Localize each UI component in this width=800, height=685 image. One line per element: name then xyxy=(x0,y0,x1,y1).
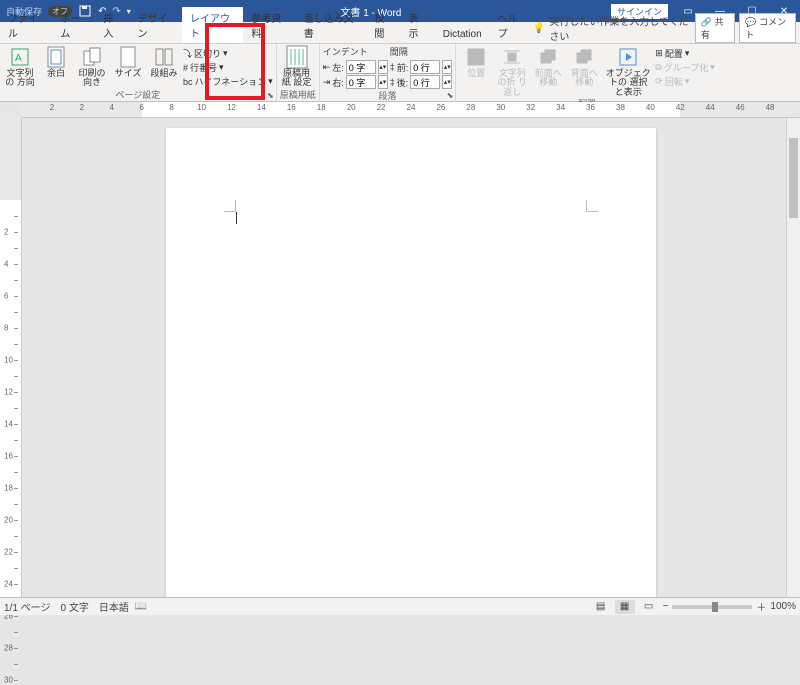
send-backward-icon xyxy=(570,45,598,69)
indent-left-input[interactable] xyxy=(346,60,376,74)
position-icon xyxy=(462,45,490,69)
text-direction-button[interactable]: A 文字列の 方向 xyxy=(3,45,37,88)
comments-button[interactable]: 💬 コメント xyxy=(739,13,796,43)
scrollbar-thumb[interactable] xyxy=(789,138,798,218)
language-status[interactable]: 日本語 xyxy=(99,599,129,614)
size-icon xyxy=(114,45,142,69)
position-button: 位置 xyxy=(459,45,493,78)
view-web-layout[interactable]: ▭ xyxy=(639,600,659,614)
tab-view[interactable]: 表示 xyxy=(401,7,435,43)
crop-mark-tr xyxy=(586,200,598,212)
group-arrange: 位置 文字列の折 り返し 前面へ 移動 背面へ 移動 オブジェクトの 選択と表示… xyxy=(456,44,717,101)
svg-text:A: A xyxy=(15,53,22,64)
vertical-ruler[interactable]: 24681012141618202224262830 xyxy=(0,118,22,597)
indent-right-spinner[interactable]: ⇥右: ▴▾ xyxy=(323,75,388,89)
group-page-setup: A 文字列の 方向 余白 印刷の 向き サイズ 段組み ⤵ 区切り ▾ # xyxy=(0,44,277,101)
line-numbers-button[interactable]: # 行番号 ▾ xyxy=(183,61,273,74)
word-count[interactable]: 0 文字 xyxy=(60,599,88,614)
columns-button[interactable]: 段組み xyxy=(147,45,181,78)
group-paragraph: インデント ⇤左: ▴▾ ⇥右: ▴▾ 間隔 ‡前: ▴▾ ‡後: ▴ xyxy=(320,44,457,101)
tab-file[interactable]: ファイル xyxy=(0,7,52,43)
orientation-button[interactable]: 印刷の 向き xyxy=(75,45,109,88)
paragraph-dialog-launcher[interactable]: ⬊ xyxy=(447,91,454,100)
tab-help[interactable]: ヘルプ xyxy=(490,7,533,43)
statusbar: 1/1 ページ 0 文字 日本語 📖 ▤ ▦ ▭ − ＋ 100% xyxy=(0,597,800,615)
indent-right-input[interactable] xyxy=(346,75,376,89)
margins-button[interactable]: 余白 xyxy=(39,45,73,78)
zoom-in-button[interactable]: ＋ xyxy=(756,599,766,614)
page-setup-dialog-launcher[interactable]: ⬊ xyxy=(267,91,274,100)
group-label-page-setup: ページ設定 xyxy=(3,88,273,102)
share-button[interactable]: 🔗 共有 xyxy=(695,13,736,43)
tab-dictation[interactable]: Dictation xyxy=(435,26,490,43)
space-after-input[interactable] xyxy=(410,75,440,89)
ribbon-tabs: ファイル ホーム 挿入 デザイン レイアウト 参考資料 差し込み文書 校閲 表示… xyxy=(0,22,800,44)
send-backward-button: 背面へ 移動 xyxy=(567,45,601,88)
wrap-icon xyxy=(498,45,526,69)
page-count[interactable]: 1/1 ページ xyxy=(4,599,50,614)
manuscript-icon xyxy=(283,45,311,69)
selection-pane-button[interactable]: オブジェクトの 選択と表示 xyxy=(603,45,653,97)
tab-design[interactable]: デザイン xyxy=(130,7,182,43)
size-button[interactable]: サイズ xyxy=(111,45,145,78)
manuscript-settings-button[interactable]: 原稿用紙 設定 xyxy=(280,45,314,88)
indent-left-spinner[interactable]: ⇤左: ▴▾ xyxy=(323,60,388,74)
view-print-layout[interactable]: ▦ xyxy=(615,600,635,614)
columns-icon xyxy=(150,45,178,69)
group-manuscript: 原稿用紙 設定 原稿用紙 xyxy=(277,44,320,101)
group-label-manuscript: 原稿用紙 xyxy=(280,88,316,102)
rotate-button: ⟳ 回転 ▾ xyxy=(655,75,714,88)
spacing-label: 間隔 xyxy=(390,45,453,59)
space-before-icon: ‡ xyxy=(390,62,395,72)
tell-me-label: 実行したい作業を入力してください xyxy=(549,13,690,43)
horizontal-ruler[interactable]: 2246810121416182022242628303234363840424… xyxy=(22,102,800,118)
document-area: 24681012141618202224262830 xyxy=(0,118,800,597)
zoom-level[interactable]: 100% xyxy=(770,601,796,612)
selection-pane-icon xyxy=(614,45,642,69)
indent-label: インデント xyxy=(323,45,388,59)
crop-mark-tl xyxy=(224,200,236,212)
zoom-slider[interactable] xyxy=(672,605,752,609)
text-direction-icon: A xyxy=(6,45,34,69)
space-after-icon: ‡ xyxy=(390,77,395,87)
view-read-mode[interactable]: ▤ xyxy=(591,600,611,614)
zoom-out-button[interactable]: − xyxy=(663,601,669,612)
bring-forward-icon xyxy=(534,45,562,69)
space-before-input[interactable] xyxy=(410,60,440,74)
group-label-paragraph: 段落 xyxy=(323,89,453,103)
group-objects-button: ⧉ グループ化 ▾ xyxy=(655,61,714,74)
space-before-spinner[interactable]: ‡前: ▴▾ xyxy=(390,60,453,74)
indent-right-icon: ⇥ xyxy=(323,77,331,88)
indent-left-icon: ⇤ xyxy=(323,62,331,73)
bring-forward-button: 前面へ 移動 xyxy=(531,45,565,88)
lightbulb-icon: 💡 xyxy=(533,23,545,34)
tab-layout[interactable]: レイアウト xyxy=(182,5,243,43)
ribbon: A 文字列の 方向 余白 印刷の 向き サイズ 段組み ⤵ 区切り ▾ # xyxy=(0,44,800,102)
wrap-text-button: 文字列の折 り返し xyxy=(495,45,529,97)
tab-mailings[interactable]: 差し込み文書 xyxy=(296,7,367,43)
orientation-icon xyxy=(78,45,106,69)
tab-references[interactable]: 参考資料 xyxy=(243,7,295,43)
vertical-scrollbar[interactable] xyxy=(786,118,800,597)
align-button[interactable]: ⊞ 配置 ▾ xyxy=(655,47,714,60)
space-after-spinner[interactable]: ‡後: ▴▾ xyxy=(390,75,453,89)
proofing-icon[interactable]: 📖 xyxy=(135,601,147,612)
breaks-button[interactable]: ⤵ 区切り ▾ xyxy=(183,47,273,60)
tell-me-search[interactable]: 💡 実行したい作業を入力してください xyxy=(533,13,691,43)
tab-home[interactable]: ホーム xyxy=(52,7,95,43)
text-cursor xyxy=(236,212,237,224)
tab-insert[interactable]: 挿入 xyxy=(95,7,129,43)
margins-icon xyxy=(42,45,70,69)
document-page[interactable] xyxy=(166,128,656,597)
hyphenation-button[interactable]: bc ハイフネーション ▾ xyxy=(183,75,273,88)
tab-review[interactable]: 校閲 xyxy=(366,7,400,43)
